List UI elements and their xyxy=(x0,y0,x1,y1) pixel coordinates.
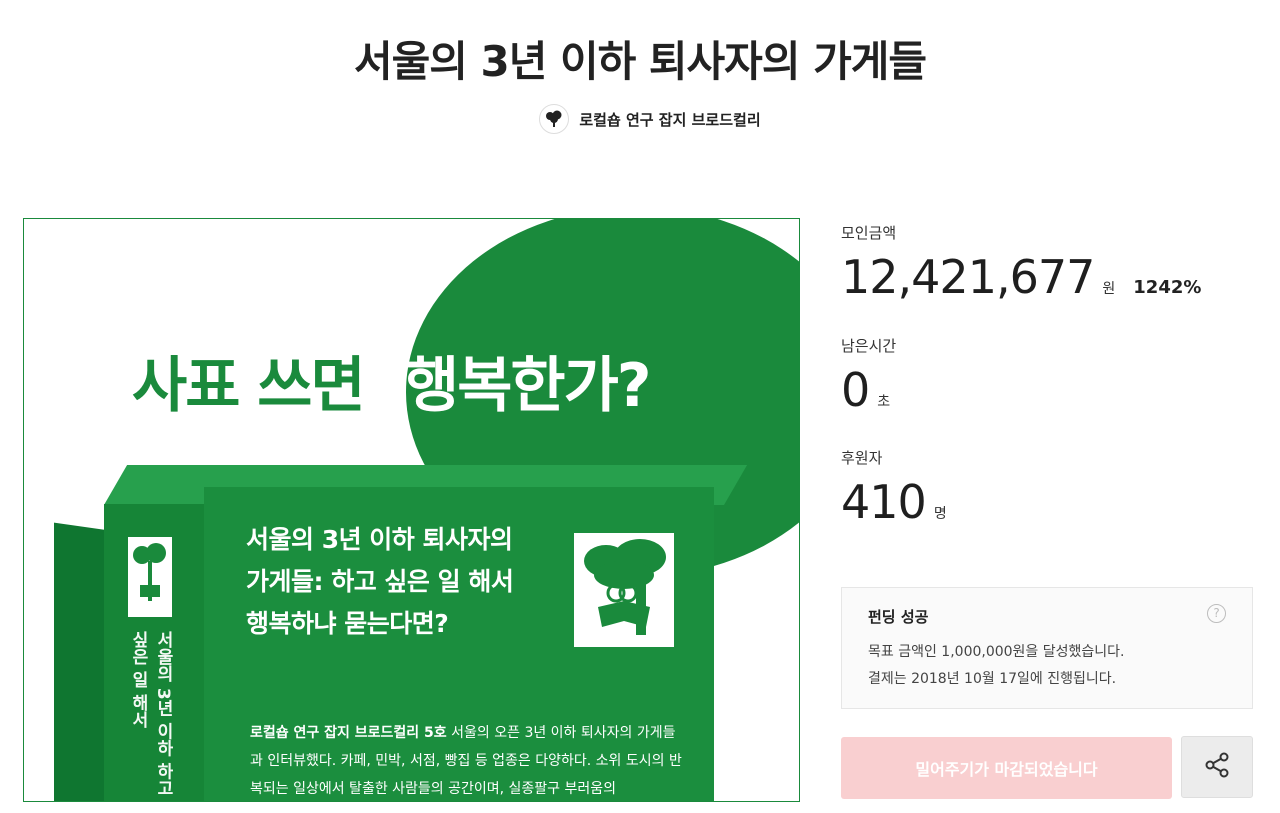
cover-blurb: 로컬숍 연구 잡지 브로드컬리 5호 서울의 오픈 3년 이하 퇴사자의 가게들… xyxy=(250,719,682,801)
share-button[interactable] xyxy=(1181,736,1253,798)
time-unit: 초 xyxy=(877,394,891,410)
cover-title-line: 서울의 3년 이하 퇴사자의 xyxy=(246,525,513,554)
funding-result-notice: 펀딩 성공 목표 금액인 1,000,000원을 달성했습니다. 결제는 201… xyxy=(841,587,1253,709)
amount-value: 12,421,677 xyxy=(841,250,1095,304)
headline-white: 행복한가? xyxy=(404,351,652,421)
amount-label: 모인금액 xyxy=(841,224,897,242)
time-label: 남은시간 xyxy=(841,337,897,355)
headline-green: 사표 쓰면 xyxy=(132,351,366,421)
question-icon[interactable]: ? xyxy=(1207,604,1226,623)
backers-value-row: 410 명 xyxy=(841,475,947,529)
spine-logo xyxy=(128,537,172,617)
tree-logo-icon xyxy=(539,104,570,134)
spine-text: 서울의 3년 이하 하고 싶은 일 해서 xyxy=(128,631,173,797)
time-value-row: 0 초 xyxy=(841,363,890,417)
cover-title: 서울의 3년 이하 퇴사자의 가게들: 하고 싶은 일 해서 행복하냐 묻는다면… xyxy=(246,519,576,645)
project-title: 서울의 3년 이하 퇴사자의 가게들 xyxy=(353,37,927,86)
backers-label: 후원자 xyxy=(841,449,883,467)
cover-title-line: 가게들: 하고 싶은 일 해서 xyxy=(246,567,514,596)
share-icon xyxy=(1203,751,1231,783)
cover-title-line: 행복하냐 묻는다면? xyxy=(246,609,449,638)
creator-link[interactable]: 로컬숍 연구 잡지 브로드컬리 xyxy=(0,104,1280,134)
amount-unit: 원 xyxy=(1102,281,1116,297)
backers-unit: 명 xyxy=(933,506,947,522)
time-value: 0 xyxy=(841,363,870,417)
blurb-bold: 로컬숍 연구 잡지 브로드컬리 5호 xyxy=(250,725,447,741)
funding-closed-button[interactable]: 밀어주기가 마감되었습니다 xyxy=(841,737,1172,799)
project-cover-image[interactable]: 사표 쓰면 행복한가? 서울의 3년 이하 하고 싶은 일 해서 서울의 3년 … xyxy=(23,218,800,802)
notice-title: 펀딩 성공 xyxy=(868,608,929,626)
notice-goal-line: 목표 금액인 1,000,000원을 달성했습니다. xyxy=(868,644,1125,660)
amount-percent: 1242% xyxy=(1133,277,1202,298)
backers-value: 410 xyxy=(841,475,927,529)
creator-name: 로컬숍 연구 잡지 브로드컬리 xyxy=(579,110,761,129)
cover-logo xyxy=(574,533,674,647)
amount-value-row: 12,421,677 원 1242% xyxy=(841,250,1201,304)
notice-payment-line: 결제는 2018년 10월 17일에 진행됩니다. xyxy=(868,671,1117,687)
